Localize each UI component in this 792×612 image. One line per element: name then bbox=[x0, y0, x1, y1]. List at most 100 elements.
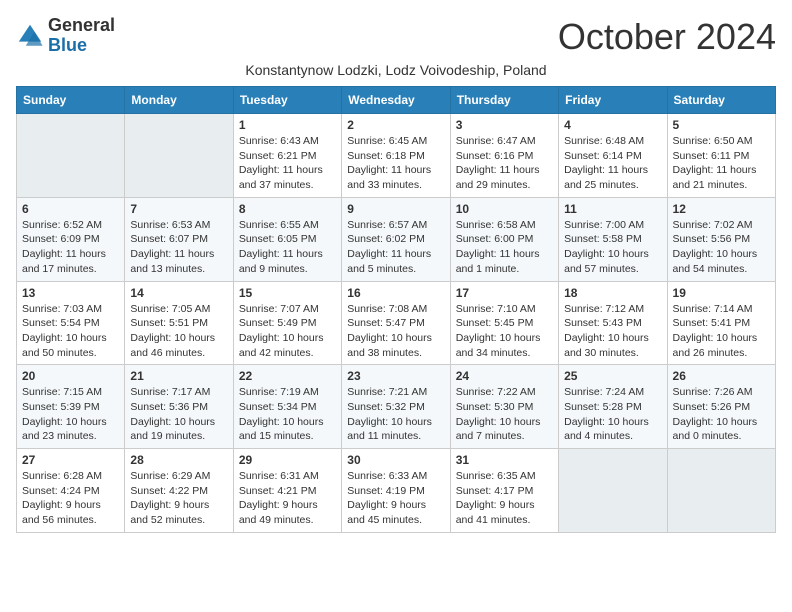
weekday-header: Thursday bbox=[450, 87, 558, 114]
calendar-cell: 9 Sunrise: 6:57 AM Sunset: 6:02 PM Daylig… bbox=[342, 197, 450, 281]
weekday-header: Tuesday bbox=[233, 87, 341, 114]
calendar-cell: 25Sunrise: 7:24 AM Sunset: 5:28 PM Dayli… bbox=[559, 365, 667, 449]
calendar-cell: 19 Sunrise: 7:14 AM Sunset: 5:41 PM Dayli… bbox=[667, 281, 775, 365]
calendar-cell bbox=[667, 449, 775, 533]
day-number: 9 bbox=[347, 202, 444, 216]
weekday-header: Monday bbox=[125, 87, 233, 114]
day-info: Sunrise: 6:35 AM Sunset: 4:17 PM Dayligh… bbox=[456, 469, 553, 528]
day-number: 28 bbox=[130, 453, 227, 467]
calendar-cell: 10 Sunrise: 6:58 AM Sunset: 6:00 PM Dayli… bbox=[450, 197, 558, 281]
day-number: 14 bbox=[130, 286, 227, 300]
day-info: Sunrise: 6:57 AM Sunset: 6:02 PM Dayligh… bbox=[347, 218, 444, 277]
day-number: 3 bbox=[456, 118, 553, 132]
day-info: Sunrise: 7:24 AM Sunset: 5:28 PM Dayligh… bbox=[564, 385, 661, 444]
day-info: Sunrise: 6:45 AM Sunset: 6:18 PM Dayligh… bbox=[347, 134, 444, 193]
day-info: Sunrise: 6:53 AM Sunset: 6:07 PM Dayligh… bbox=[130, 218, 227, 277]
day-info: Sunrise: 6:29 AM Sunset: 4:22 PM Dayligh… bbox=[130, 469, 227, 528]
calendar-cell: 6 Sunrise: 6:52 AM Sunset: 6:09 PM Daylig… bbox=[17, 197, 125, 281]
page-header: General Blue October 2024 bbox=[16, 16, 776, 58]
day-number: 27 bbox=[22, 453, 119, 467]
day-number: 20 bbox=[22, 369, 119, 383]
day-number: 5 bbox=[673, 118, 770, 132]
day-info: Sunrise: 7:22 AM Sunset: 5:30 PM Dayligh… bbox=[456, 385, 553, 444]
calendar-cell: 31 Sunrise: 6:35 AM Sunset: 4:17 PM Dayli… bbox=[450, 449, 558, 533]
day-info: Sunrise: 7:19 AM Sunset: 5:34 PM Dayligh… bbox=[239, 385, 336, 444]
calendar-cell: 27 Sunrise: 6:28 AM Sunset: 4:24 PM Dayli… bbox=[17, 449, 125, 533]
day-info: Sunrise: 7:10 AM Sunset: 5:45 PM Dayligh… bbox=[456, 302, 553, 361]
day-number: 6 bbox=[22, 202, 119, 216]
day-info: Sunrise: 7:02 AM Sunset: 5:56 PM Dayligh… bbox=[673, 218, 770, 277]
day-info: Sunrise: 6:47 AM Sunset: 6:16 PM Dayligh… bbox=[456, 134, 553, 193]
calendar-cell: 15 Sunrise: 7:07 AM Sunset: 5:49 PM Dayli… bbox=[233, 281, 341, 365]
logo-icon bbox=[16, 22, 44, 50]
calendar-cell: 3 Sunrise: 6:47 AM Sunset: 6:16 PM Daylig… bbox=[450, 114, 558, 198]
calendar-cell: 24 Sunrise: 7:22 AM Sunset: 5:30 PM Dayli… bbox=[450, 365, 558, 449]
day-number: 18 bbox=[564, 286, 661, 300]
weekday-header: Friday bbox=[559, 87, 667, 114]
day-number: 21 bbox=[130, 369, 227, 383]
calendar-cell bbox=[125, 114, 233, 198]
month-title: October 2024 bbox=[558, 16, 776, 58]
day-info: Sunrise: 7:05 AM Sunset: 5:51 PM Dayligh… bbox=[130, 302, 227, 361]
calendar-week: 13 Sunrise: 7:03 AM Sunset: 5:54 PM Dayli… bbox=[17, 281, 776, 365]
day-number: 1 bbox=[239, 118, 336, 132]
day-info: Sunrise: 7:12 AM Sunset: 5:43 PM Dayligh… bbox=[564, 302, 661, 361]
calendar-cell: 21 Sunrise: 7:17 AM Sunset: 5:36 PM Dayli… bbox=[125, 365, 233, 449]
day-info: Sunrise: 7:08 AM Sunset: 5:47 PM Dayligh… bbox=[347, 302, 444, 361]
day-number: 30 bbox=[347, 453, 444, 467]
day-number: 11 bbox=[564, 202, 661, 216]
weekday-header: Saturday bbox=[667, 87, 775, 114]
day-number: 31 bbox=[456, 453, 553, 467]
day-info: Sunrise: 7:03 AM Sunset: 5:54 PM Dayligh… bbox=[22, 302, 119, 361]
day-info: Sunrise: 7:15 AM Sunset: 5:39 PM Dayligh… bbox=[22, 385, 119, 444]
calendar-header: SundayMondayTuesdayWednesdayThursdayFrid… bbox=[17, 87, 776, 114]
day-info: Sunrise: 6:28 AM Sunset: 4:24 PM Dayligh… bbox=[22, 469, 119, 528]
calendar-cell: 8 Sunrise: 6:55 AM Sunset: 6:05 PM Daylig… bbox=[233, 197, 341, 281]
day-number: 8 bbox=[239, 202, 336, 216]
calendar-cell: 4Sunrise: 6:48 AM Sunset: 6:14 PM Daylig… bbox=[559, 114, 667, 198]
day-info: Sunrise: 6:52 AM Sunset: 6:09 PM Dayligh… bbox=[22, 218, 119, 277]
day-info: Sunrise: 7:00 AM Sunset: 5:58 PM Dayligh… bbox=[564, 218, 661, 277]
day-number: 23 bbox=[347, 369, 444, 383]
calendar-cell: 7Sunrise: 6:53 AM Sunset: 6:07 PM Daylig… bbox=[125, 197, 233, 281]
calendar-cell: 1 Sunrise: 6:43 AM Sunset: 6:21 PM Daylig… bbox=[233, 114, 341, 198]
calendar-cell: 13 Sunrise: 7:03 AM Sunset: 5:54 PM Dayli… bbox=[17, 281, 125, 365]
calendar-cell: 18 Sunrise: 7:12 AM Sunset: 5:43 PM Dayli… bbox=[559, 281, 667, 365]
logo-text: General Blue bbox=[48, 16, 115, 56]
calendar-cell: 22Sunrise: 7:19 AM Sunset: 5:34 PM Dayli… bbox=[233, 365, 341, 449]
calendar-week: 6 Sunrise: 6:52 AM Sunset: 6:09 PM Daylig… bbox=[17, 197, 776, 281]
day-info: Sunrise: 6:50 AM Sunset: 6:11 PM Dayligh… bbox=[673, 134, 770, 193]
day-info: Sunrise: 7:21 AM Sunset: 5:32 PM Dayligh… bbox=[347, 385, 444, 444]
calendar-cell: 28 Sunrise: 6:29 AM Sunset: 4:22 PM Dayli… bbox=[125, 449, 233, 533]
calendar-table: SundayMondayTuesdayWednesdayThursdayFrid… bbox=[16, 86, 776, 533]
calendar-week: 20 Sunrise: 7:15 AM Sunset: 5:39 PM Dayli… bbox=[17, 365, 776, 449]
calendar-cell: 11 Sunrise: 7:00 AM Sunset: 5:58 PM Dayli… bbox=[559, 197, 667, 281]
day-info: Sunrise: 6:58 AM Sunset: 6:00 PM Dayligh… bbox=[456, 218, 553, 277]
calendar-cell: 30Sunrise: 6:33 AM Sunset: 4:19 PM Dayli… bbox=[342, 449, 450, 533]
day-number: 15 bbox=[239, 286, 336, 300]
day-info: Sunrise: 7:07 AM Sunset: 5:49 PM Dayligh… bbox=[239, 302, 336, 361]
day-info: Sunrise: 7:17 AM Sunset: 5:36 PM Dayligh… bbox=[130, 385, 227, 444]
calendar-cell: 12 Sunrise: 7:02 AM Sunset: 5:56 PM Dayli… bbox=[667, 197, 775, 281]
day-number: 12 bbox=[673, 202, 770, 216]
day-number: 19 bbox=[673, 286, 770, 300]
calendar-cell: 23 Sunrise: 7:21 AM Sunset: 5:32 PM Dayli… bbox=[342, 365, 450, 449]
day-number: 2 bbox=[347, 118, 444, 132]
day-number: 16 bbox=[347, 286, 444, 300]
calendar-cell: 26Sunrise: 7:26 AM Sunset: 5:26 PM Dayli… bbox=[667, 365, 775, 449]
day-number: 24 bbox=[456, 369, 553, 383]
day-number: 17 bbox=[456, 286, 553, 300]
calendar-cell: 16 Sunrise: 7:08 AM Sunset: 5:47 PM Dayli… bbox=[342, 281, 450, 365]
day-number: 29 bbox=[239, 453, 336, 467]
day-info: Sunrise: 6:43 AM Sunset: 6:21 PM Dayligh… bbox=[239, 134, 336, 193]
day-number: 10 bbox=[456, 202, 553, 216]
calendar-cell: 17 Sunrise: 7:10 AM Sunset: 5:45 PM Dayli… bbox=[450, 281, 558, 365]
day-number: 4 bbox=[564, 118, 661, 132]
day-info: Sunrise: 7:14 AM Sunset: 5:41 PM Dayligh… bbox=[673, 302, 770, 361]
day-number: 26 bbox=[673, 369, 770, 383]
calendar-cell: 14 Sunrise: 7:05 AM Sunset: 5:51 PM Dayli… bbox=[125, 281, 233, 365]
day-info: Sunrise: 6:55 AM Sunset: 6:05 PM Dayligh… bbox=[239, 218, 336, 277]
calendar-cell: 5 Sunrise: 6:50 AM Sunset: 6:11 PM Daylig… bbox=[667, 114, 775, 198]
calendar-cell bbox=[559, 449, 667, 533]
day-number: 13 bbox=[22, 286, 119, 300]
